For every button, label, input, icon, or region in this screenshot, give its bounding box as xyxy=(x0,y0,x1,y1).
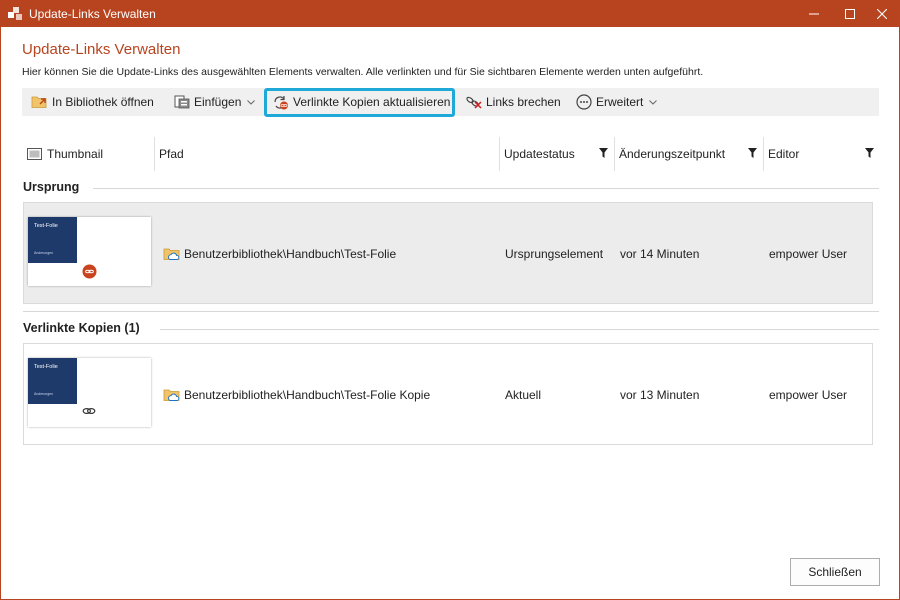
table-row[interactable]: Test-Folie Änderungen Benutzerbibliothek… xyxy=(23,343,873,445)
chevron-down-icon xyxy=(247,99,256,105)
chevron-down-icon xyxy=(649,99,658,105)
status-header-label: Updatestatus xyxy=(504,147,575,161)
group-label-linked-copies: Verlinkte Kopien (1) xyxy=(23,321,140,335)
break-link-icon xyxy=(466,96,482,109)
break-links-label: Links brechen xyxy=(486,95,561,109)
filter-icon[interactable] xyxy=(865,148,874,158)
column-header-path[interactable]: Pfad xyxy=(159,137,184,171)
app-icon xyxy=(8,7,22,20)
insert-icon xyxy=(174,95,190,109)
column-header-thumbnail[interactable]: Thumbnail xyxy=(27,137,103,171)
path-text: Benutzerbibliothek\Handbuch\Test-Folie K… xyxy=(184,388,431,402)
thumbnail-header-label: Thumbnail xyxy=(47,147,104,161)
changed-cell: vor 13 Minuten xyxy=(620,388,700,402)
page-title: Update-Links Verwalten xyxy=(22,41,181,58)
filter-icon[interactable] xyxy=(599,148,608,158)
image-icon xyxy=(27,148,42,160)
editor-header-label: Editor xyxy=(768,147,800,161)
changed-header-label: Änderungszeitpunkt xyxy=(619,147,726,161)
window-title: Update-Links Verwalten xyxy=(29,7,156,21)
status-cell: Aktuell xyxy=(505,388,542,402)
page-description: Hier können Sie die Update-Links des aus… xyxy=(22,66,704,78)
refresh-link-icon xyxy=(274,95,288,109)
slide-thumbnail: Test-Folie Änderungen xyxy=(28,358,151,427)
table-row[interactable]: Test-Folie Änderungen Benutzerbibliothek… xyxy=(23,202,873,304)
title-bar[interactable]: Update-Links Verwalten xyxy=(1,1,899,27)
folder-open-icon xyxy=(31,96,47,108)
open-library-label: In Bibliothek öffnen xyxy=(52,95,154,109)
toolbar: In Bibliothek öffnen Einfügen Verlinkte … xyxy=(22,88,879,116)
filter-icon[interactable] xyxy=(748,148,757,158)
path-cell: Benutzerbibliothek\Handbuch\Test-Folie xyxy=(163,247,396,261)
cloud-folder-icon xyxy=(163,248,180,260)
update-linked-copies-label: Verlinkte Kopien aktualisieren xyxy=(293,95,451,109)
path-cell: Benutzerbibliothek\Handbuch\Test-Folie K… xyxy=(163,388,430,402)
minimize-button[interactable] xyxy=(797,1,831,27)
source-link-icon xyxy=(82,264,97,279)
maximize-button[interactable] xyxy=(833,1,867,27)
close-icon xyxy=(877,9,887,19)
cloud-folder-icon xyxy=(163,389,180,401)
group-divider xyxy=(160,329,879,330)
column-header-status[interactable]: Updatestatus xyxy=(504,137,575,171)
status-cell: Ursprungselement xyxy=(505,247,604,261)
path-text: Benutzerbibliothek\Handbuch\Test-Folie xyxy=(184,247,397,261)
close-button[interactable]: Schließen xyxy=(790,558,880,586)
insert-button[interactable]: Einfügen xyxy=(174,90,256,114)
insert-label: Einfügen xyxy=(194,95,242,109)
slide-thumbnail: Test-Folie Änderungen xyxy=(28,217,151,286)
advanced-button[interactable]: Erweitert xyxy=(576,90,658,114)
column-header-changed[interactable]: Änderungszeitpunkt xyxy=(619,137,725,171)
minimize-icon xyxy=(809,13,819,15)
open-library-button[interactable]: In Bibliothek öffnen xyxy=(31,90,154,114)
update-linked-copies-button[interactable]: Verlinkte Kopien aktualisieren xyxy=(272,90,450,114)
column-separator xyxy=(763,137,764,171)
column-separator xyxy=(614,137,615,171)
column-separator xyxy=(154,137,155,171)
changed-cell: vor 14 Minuten xyxy=(620,247,700,261)
thumbnail-title: Test-Folie xyxy=(34,364,58,370)
editor-cell: empower User xyxy=(769,388,848,402)
group-divider xyxy=(93,188,879,189)
column-header-editor[interactable]: Editor xyxy=(768,137,799,171)
thumbnail-subtitle: Änderungen xyxy=(34,251,54,255)
advanced-label: Erweitert xyxy=(596,95,644,109)
group-label-origin: Ursprung xyxy=(23,180,80,194)
thumbnail-subtitle: Änderungen xyxy=(34,392,54,396)
break-links-button[interactable]: Links brechen xyxy=(465,90,561,114)
more-options-icon xyxy=(576,94,592,110)
column-separator xyxy=(499,137,500,171)
editor-cell: empower User xyxy=(769,247,848,261)
dialog-window: Update-Links Verwalten Update-Links Verw… xyxy=(0,0,900,600)
close-window-button[interactable] xyxy=(865,1,899,27)
thumbnail-title: Test-Folie xyxy=(34,223,58,229)
path-header-label: Pfad xyxy=(159,147,184,161)
link-icon xyxy=(82,407,96,415)
maximize-icon xyxy=(845,9,855,19)
group-divider xyxy=(23,311,879,312)
